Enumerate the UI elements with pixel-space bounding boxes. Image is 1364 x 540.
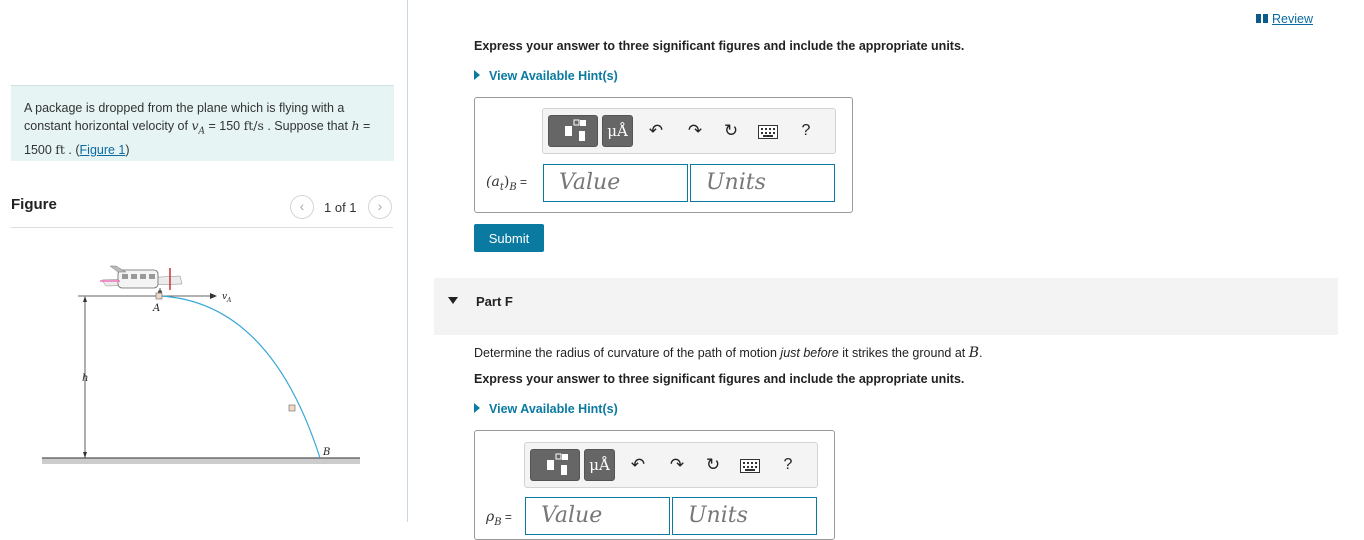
next-figure-button[interactable]: › <box>368 195 392 219</box>
part-e-instruction: Express your answer to three significant… <box>474 39 965 53</box>
units-symbol-button[interactable]: μÅ <box>584 449 615 481</box>
undo-icon[interactable]: ↶ <box>645 120 667 142</box>
var-rho: ρ <box>486 509 495 525</box>
math-toolbar: μÅ ↶ ↷ ↻ ? <box>542 108 836 154</box>
label-va-sub: A <box>226 297 232 304</box>
trajectory-path <box>159 295 321 459</box>
template-button[interactable] <box>530 449 580 481</box>
part-f-description: Determine the radius of curvature of the… <box>474 345 983 361</box>
redo-icon[interactable]: ↷ <box>666 454 688 476</box>
units-input[interactable]: Units <box>672 497 817 535</box>
var-a: (a <box>486 174 500 190</box>
template-button[interactable] <box>548 115 598 147</box>
part-e-answer-box: μÅ ↶ ↷ ↻ ? (at)B = Value Units <box>474 97 853 213</box>
value-input[interactable]: Value <box>525 497 670 535</box>
ground <box>42 458 360 464</box>
problem-statement: A package is dropped from the plane whic… <box>11 85 394 161</box>
help-button[interactable]: ? <box>795 120 817 142</box>
label-a: A <box>152 303 160 314</box>
velocity-symbol: v <box>191 118 199 133</box>
airplane-icon <box>100 265 183 294</box>
height-arrow-bottom <box>83 452 87 458</box>
figure-link[interactable]: Figure 1 <box>80 143 126 157</box>
collapse-caret-icon <box>448 297 458 304</box>
velocity-unit: ft/s <box>243 118 264 133</box>
part-f-variable-label: ρB = <box>486 509 512 528</box>
units-symbol-button[interactable]: μÅ <box>602 115 633 147</box>
part-f-answer-box: μÅ ↶ ↷ ↻ ? ρB = Value Units <box>474 430 835 540</box>
template-icon <box>547 453 568 475</box>
part-f-hint-toggle[interactable]: View Available Hint(s) <box>474 402 618 416</box>
part-e-hint-toggle[interactable]: View Available Hint(s) <box>474 69 618 83</box>
value-input[interactable]: Value <box>543 164 688 202</box>
reset-icon[interactable]: ↻ <box>702 454 724 476</box>
part-f-instruction: Express your answer to three significant… <box>474 372 965 386</box>
review-link[interactable]: Review <box>1256 12 1313 26</box>
book-icon <box>1256 14 1268 24</box>
label-b: B <box>322 447 330 458</box>
figure-count: 1 of 1 <box>324 200 357 215</box>
review-label: Review <box>1272 12 1313 26</box>
problem-text: . ( <box>64 142 80 157</box>
desc-italic: just before <box>780 346 839 360</box>
var-equals: = <box>516 175 528 189</box>
height-symbol: h <box>351 118 360 133</box>
prev-figure-button[interactable]: ‹ <box>290 195 314 219</box>
package-icon <box>288 404 296 412</box>
part-f-label: Part F <box>476 294 513 309</box>
redo-icon[interactable]: ↷ <box>684 120 706 142</box>
reset-icon[interactable]: ↻ <box>720 120 742 142</box>
desc-text: Determine the radius of curvature of the… <box>474 346 781 360</box>
figure-divider <box>11 227 393 228</box>
problem-text: ) <box>125 142 130 157</box>
height-arrow-top <box>83 296 87 302</box>
desc-point-b: B <box>968 345 980 361</box>
var-sub-b: B <box>494 516 502 528</box>
keyboard-icon[interactable] <box>757 123 779 145</box>
hint-label: View Available Hint(s) <box>489 69 618 83</box>
left-panel: A package is dropped from the plane whic… <box>0 0 407 522</box>
submit-button[interactable]: Submit <box>474 224 544 252</box>
problem-text: . Suppose that <box>263 119 352 133</box>
package-icon <box>155 292 163 300</box>
velocity-value: = 150 <box>205 119 244 133</box>
figure-diagram: A v A h B <box>42 265 360 464</box>
part-e-variable-label: (at)B = <box>486 174 527 193</box>
units-input[interactable]: Units <box>690 164 835 202</box>
undo-icon[interactable]: ↶ <box>627 454 649 476</box>
velocity-arrowhead <box>210 293 217 299</box>
figure-pager: ‹ 1 of 1 › <box>290 195 395 219</box>
var-sub-b: B <box>509 181 517 193</box>
template-icon <box>565 119 586 141</box>
height-unit: ft <box>55 141 65 157</box>
expand-triangle-icon <box>474 69 480 80</box>
desc-text: . <box>979 346 983 360</box>
help-button[interactable]: ? <box>777 454 799 476</box>
panel-divider <box>407 0 408 522</box>
figure-title: Figure <box>11 196 57 213</box>
label-h: h <box>82 373 88 384</box>
hint-label: View Available Hint(s) <box>489 402 618 416</box>
expand-triangle-icon <box>474 402 480 413</box>
math-toolbar: μÅ ↶ ↷ ↻ ? <box>524 442 818 488</box>
keyboard-icon[interactable] <box>739 457 761 479</box>
desc-text: it strikes the ground at <box>838 346 969 360</box>
part-f-header[interactable]: Part F <box>434 278 1338 335</box>
